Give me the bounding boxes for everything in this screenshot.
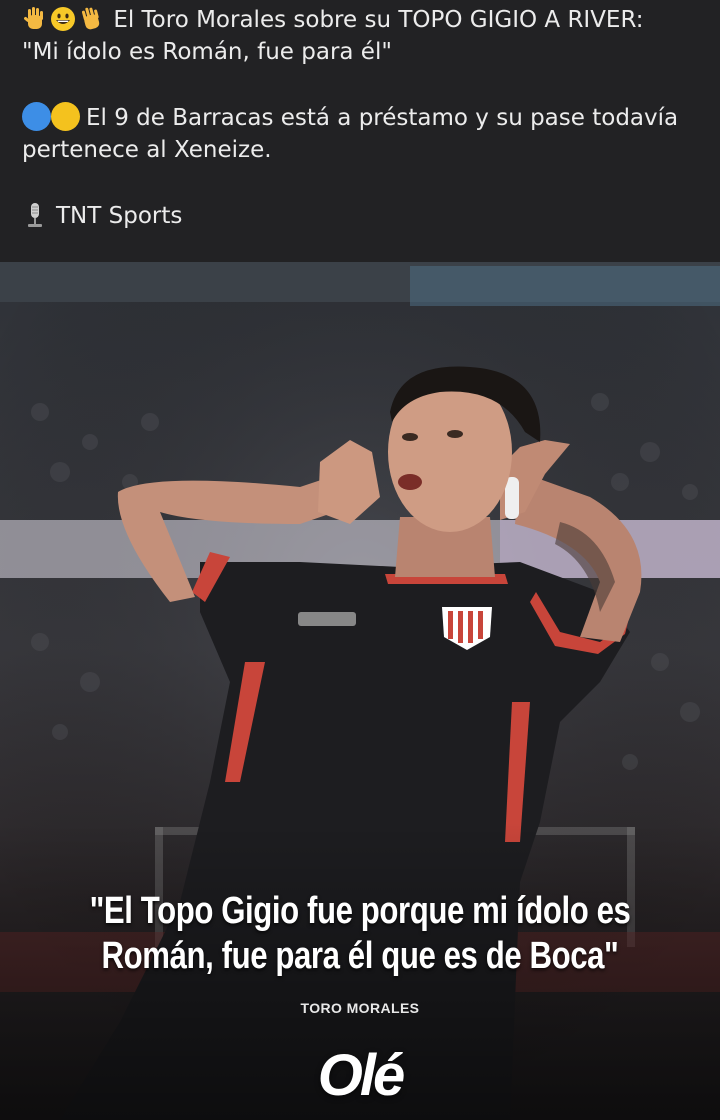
ole-logo: Olé [317,1043,406,1108]
post-headline: El Toro Morales sobre su TOPO GIGIO A RI… [113,7,644,33]
raised-hand-icon [24,7,43,29]
quote-line-1: "El Topo Gigio fue porque mi ídolo es [89,890,631,932]
post-line-3: El 9 de Barracas está a préstamo y su pa… [22,102,698,134]
source-label: TNT Sports [56,203,183,229]
yellow-circle-icon [51,102,80,131]
waving-hand-icon [81,7,100,30]
news-photo[interactable]: "El Topo Gigio fue porque mi ídolo es Ro… [0,262,720,1120]
quote-line-2: Román, fue para él que es de Boca" [101,935,619,977]
post-text: El Toro Morales sobre su TOPO GIGIO A RI… [0,0,720,262]
player-photo [0,262,720,1120]
post-body-1: El 9 de Barracas está a préstamo y su pa… [86,105,679,131]
post-line-2: "Mi ídolo es Román, fue para él" [22,39,392,65]
grinning-face-icon [51,7,75,31]
microphone-icon [28,203,42,227]
quote-credit: TORO MORALES [300,1000,420,1016]
post-line-4: pertenece al Xeneize. [22,137,272,163]
post-source: TNT Sports [22,200,698,232]
blue-circle-icon [22,102,51,131]
post-line-1: El Toro Morales sobre su TOPO GIGIO A RI… [22,4,698,36]
